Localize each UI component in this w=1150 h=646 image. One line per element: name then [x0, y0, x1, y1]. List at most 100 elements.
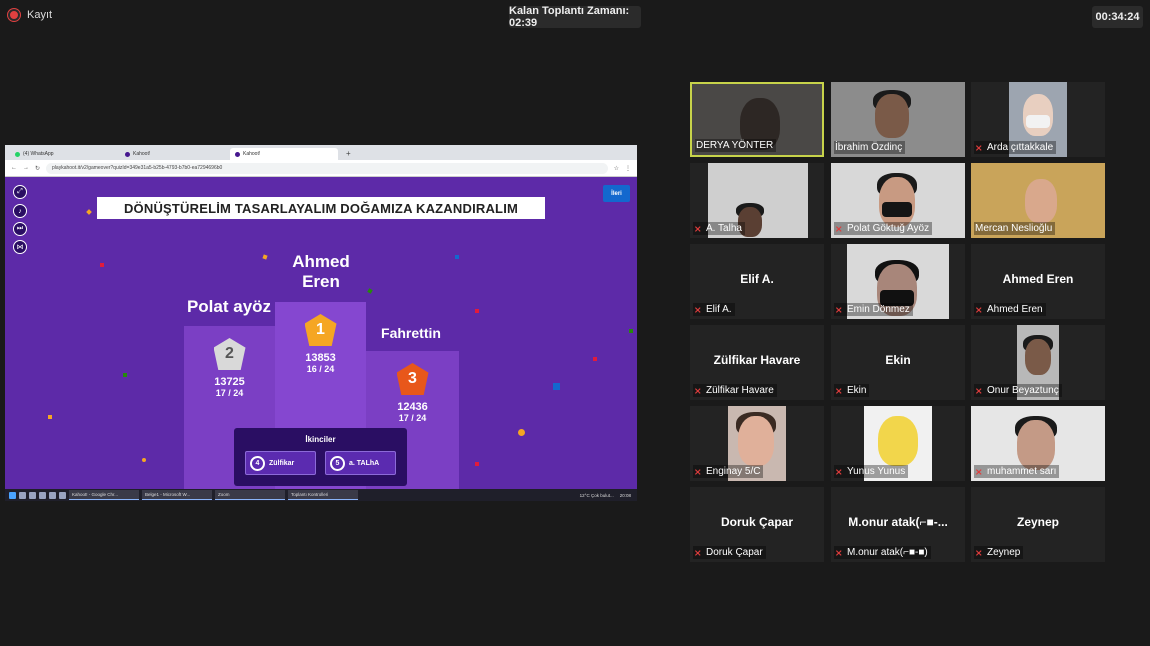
next-button[interactable]: İleri — [603, 185, 630, 202]
participant-face — [738, 416, 774, 466]
runner-name: a. TALhA — [349, 459, 380, 467]
face-mask — [882, 202, 912, 217]
participant-tile[interactable]: DERYA YÖNTER — [690, 82, 824, 157]
kahoot-icon — [125, 151, 130, 157]
participant-tile[interactable]: ⨯ Yunus Yunus — [831, 406, 965, 481]
browser-tab-kahoot-2[interactable]: Kahoot! — [230, 148, 338, 160]
taskbar-app-word[interactable]: Belge1 - Microsoft W... — [142, 490, 212, 500]
confetti — [475, 462, 479, 466]
weather-widget[interactable]: 12°C Çok bulut... — [580, 493, 614, 498]
participant-name-label: ⨯ A. Talha — [693, 222, 745, 235]
task-view-icon[interactable] — [29, 491, 36, 499]
meeting-remaining-timer: Kalan Toplantı Zamanı: 02:39 — [509, 5, 641, 29]
recording-indicator[interactable]: Kayıt — [8, 9, 52, 21]
taskbar-app-zoom[interactable]: Zoom — [215, 490, 285, 500]
muted-mic-icon: ⨯ — [694, 547, 702, 558]
third-place-score: 12436 — [397, 401, 428, 413]
participant-tile[interactable]: M.onur atak(⌐■-... ⨯ M.onur atak(⌐■-■) — [831, 487, 965, 562]
muted-mic-icon: ⨯ — [694, 466, 702, 477]
browser-tab-whatsapp[interactable]: (4) WhatsApp — [10, 148, 118, 160]
third-place-name: Fahrettin — [381, 325, 441, 341]
fullscreen-icon[interactable]: ⤢ — [13, 185, 27, 199]
file-explorer-icon[interactable] — [39, 491, 46, 499]
muted-mic-icon: ⨯ — [975, 304, 983, 315]
participant-tile[interactable]: ⨯ A. Talha — [690, 163, 824, 238]
tab-label: Kahoot! — [133, 151, 151, 157]
participant-name: Mercan Neslioğlu — [975, 223, 1053, 234]
shared-screen[interactable]: (4) WhatsApp Kahoot! Kahoot! + ← → ↻ pla… — [5, 145, 637, 501]
participant-name: Elif A. — [706, 304, 732, 315]
participant-tile[interactable]: Zeynep ⨯ Zeynep — [971, 487, 1105, 562]
kahoot-title: DÖNÜŞTÜRELİM TASARLAYALIM DOĞAMIZA KAZAN… — [97, 197, 545, 219]
menu-icon[interactable]: ⋮ — [625, 165, 631, 172]
participant-tile[interactable]: ⨯ Onur Beyaztunç — [971, 325, 1105, 400]
reload-icon[interactable]: ↻ — [35, 165, 40, 172]
muted-mic-icon: ⨯ — [835, 223, 843, 234]
participant-tile[interactable]: ⨯ Arda çıttakkale — [971, 82, 1105, 157]
participant-tile[interactable]: Elif A. ⨯ Elif A. — [690, 244, 824, 319]
participant-name: Arda çıttakkale — [987, 142, 1054, 153]
store-icon[interactable] — [59, 491, 66, 499]
skip-icon[interactable]: ⏭ — [13, 222, 27, 236]
muted-mic-icon: ⨯ — [835, 385, 843, 396]
elapsed-timer: 00:34:24 — [1092, 6, 1143, 28]
participant-name: Emin Dönmez — [847, 304, 910, 315]
browser-toolbar: ← → ↻ playkahoot.it/v2/gameover?quizId=3… — [5, 160, 637, 177]
participant-name-label: İbrahim Özdinç — [834, 141, 906, 154]
participant-name-label: DERYA YÖNTER — [695, 139, 777, 152]
second-place-score: 13725 — [214, 376, 245, 388]
confetti — [100, 263, 104, 267]
participant-name: DERYA YÖNTER — [696, 140, 774, 151]
windows-start-icon[interactable] — [9, 491, 16, 499]
taskbar-app-chrome[interactable]: Kahoot! - Google Chr... — [69, 490, 139, 500]
participant-tile[interactable]: ⨯ Enginay 5/C — [690, 406, 824, 481]
participant-tile[interactable]: Ekin ⨯ Ekin — [831, 325, 965, 400]
participant-tile[interactable]: Mercan Neslioğlu — [971, 163, 1105, 238]
participant-name: İbrahim Özdinç — [835, 142, 903, 153]
participant-name-label: ⨯ Onur Beyaztunç — [974, 384, 1062, 397]
confetti — [553, 383, 560, 390]
confetti — [142, 458, 146, 462]
zoom-meeting-window: Kayıt Kalan Toplantı Zamanı: 02:39 00:34… — [0, 0, 1150, 646]
participant-name-label: ⨯ Ahmed Eren — [974, 303, 1046, 316]
participant-name: Polat Göktuğ Ayöz — [847, 223, 930, 234]
confetti — [48, 415, 52, 419]
participant-name-label: ⨯ Ekin — [834, 384, 870, 397]
tab-label: (4) WhatsApp — [23, 151, 54, 157]
participant-tile[interactable]: Ahmed Eren ⨯ Ahmed Eren — [971, 244, 1105, 319]
search-icon[interactable] — [19, 491, 26, 499]
share-icon[interactable]: ⋈ — [13, 240, 27, 254]
participant-name: Ekin — [847, 385, 867, 396]
muted-mic-icon: ⨯ — [975, 142, 983, 153]
participant-tile[interactable]: Zülfikar Havare ⨯ Zülfikar Havare — [690, 325, 824, 400]
address-bar[interactable]: playkahoot.it/v2/gameover?quizId=349e31a… — [46, 162, 608, 174]
browser-tab-kahoot-1[interactable]: Kahoot! — [120, 148, 228, 160]
face-mask — [1026, 115, 1050, 128]
confetti — [86, 209, 92, 215]
back-icon[interactable]: ← — [11, 165, 17, 171]
participant-tile[interactable]: ⨯ Polat Göktuğ Ayöz — [831, 163, 965, 238]
participant-tile[interactable]: Doruk Çapar ⨯ Doruk Çapar — [690, 487, 824, 562]
new-tab-icon[interactable]: + — [346, 148, 351, 160]
volume-icon[interactable]: ♪ — [13, 204, 27, 218]
star-icon[interactable]: ☆ — [614, 165, 619, 172]
taskbar-app-meeting-controls[interactable]: Toplantı Kontrolleri — [288, 490, 358, 500]
participant-display-name: Ekin — [885, 353, 911, 367]
taskbar-clock: 20:08 — [619, 492, 631, 498]
participant-name-label: ⨯ M.onur atak(⌐■-■) — [834, 546, 931, 559]
participant-tile[interactable]: İbrahim Özdinç — [831, 82, 965, 157]
participant-display-name: Doruk Çapar — [720, 515, 794, 529]
participant-display-name: M.onur atak(⌐■-... — [848, 515, 948, 529]
edge-icon[interactable] — [49, 491, 56, 499]
participant-tile[interactable]: ⨯ muhammet sarı — [971, 406, 1105, 481]
muted-mic-icon: ⨯ — [835, 547, 843, 558]
recording-label: Kayıt — [27, 9, 53, 21]
muted-mic-icon: ⨯ — [694, 385, 702, 396]
confetti — [262, 254, 268, 260]
participant-name-label: ⨯ muhammet sarı — [974, 465, 1060, 478]
runner-rank: 4 — [250, 455, 265, 471]
forward-icon[interactable]: → — [23, 165, 29, 171]
muted-mic-icon: ⨯ — [694, 223, 702, 234]
participant-tile[interactable]: ⨯ Emin Dönmez — [831, 244, 965, 319]
muted-mic-icon: ⨯ — [694, 304, 702, 315]
